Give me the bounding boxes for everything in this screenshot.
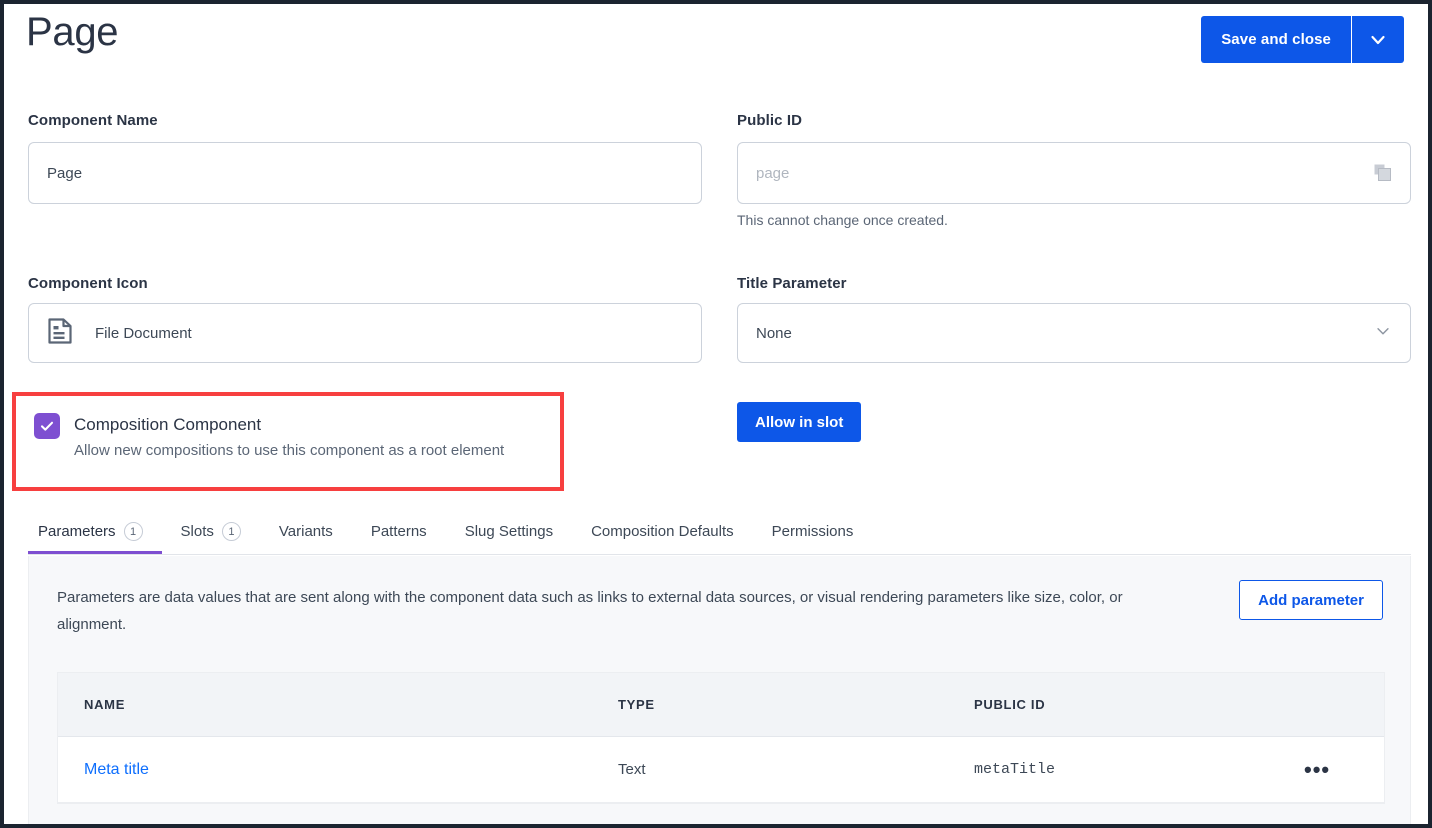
component-name-input[interactable]: Page — [28, 142, 702, 204]
check-icon — [40, 421, 54, 431]
component-icon-slot: File Document — [47, 317, 192, 349]
public-id-helper-text: This cannot change once created. — [737, 212, 948, 228]
title-parameter-value: None — [756, 324, 792, 342]
chevron-down-icon — [1371, 35, 1385, 44]
public-id-input[interactable]: page — [737, 142, 1411, 204]
tab-patterns-label: Patterns — [370, 523, 427, 540]
allow-in-slot-button[interactable]: Allow in slot — [737, 402, 862, 442]
tab-variants-label: Variants — [278, 523, 333, 540]
composition-component-label: Composition Component — [74, 415, 262, 434]
composition-component-text-block: Composition Component Allow new composit… — [74, 412, 504, 459]
composition-component-checkbox[interactable] — [34, 413, 60, 439]
tab-permissions[interactable]: Permissions — [753, 512, 873, 554]
tab-patterns[interactable]: Patterns — [352, 512, 446, 554]
ellipsis-icon[interactable]: ••• — [1304, 758, 1330, 780]
component-icon-label: Component Icon — [28, 275, 148, 292]
table-row[interactable]: Meta title Text metaTitle ••• — [58, 737, 1384, 803]
title-parameter-label: Title Parameter — [737, 275, 847, 292]
composition-component-row[interactable]: Composition Component Allow new composit… — [34, 412, 504, 459]
tab-bar: Parameters 1 Slots 1 Variants Patterns S… — [28, 512, 1411, 555]
composition-component-description: Allow new compositions to use this compo… — [74, 442, 505, 459]
tab-slug-settings-label: Slug Settings — [464, 523, 554, 540]
tab-slots-label: Slots — [180, 523, 214, 540]
component-icon-value: File Document — [95, 324, 192, 342]
parameter-name-link[interactable]: Meta title — [84, 761, 149, 778]
column-header-type: TYPE — [618, 697, 655, 712]
parameters-panel: Parameters are data values that are sent… — [28, 556, 1411, 824]
component-name-value: Page — [47, 164, 83, 182]
parameters-table: NAME TYPE PUBLIC ID Meta title Text meta… — [57, 672, 1385, 804]
tab-parameters-badge: 1 — [123, 522, 143, 541]
page-title: Page — [26, 10, 119, 54]
tab-parameters-label: Parameters — [38, 523, 116, 540]
composition-component-highlight: Composition Component Allow new composit… — [12, 392, 564, 491]
tab-variants[interactable]: Variants — [260, 512, 352, 554]
save-and-close-group: Save and close — [1201, 16, 1404, 63]
tab-parameters[interactable]: Parameters 1 — [28, 512, 162, 554]
chevron-down-icon — [1374, 322, 1392, 344]
save-options-dropdown-button[interactable] — [1351, 16, 1404, 63]
tab-slots[interactable]: Slots 1 — [162, 512, 260, 554]
save-and-close-button[interactable]: Save and close — [1201, 16, 1351, 63]
component-icon-select[interactable]: File Document — [28, 303, 702, 363]
component-name-label: Component Name — [28, 112, 158, 129]
column-header-name: NAME — [84, 697, 126, 712]
file-document-icon — [47, 317, 73, 349]
page-canvas: Page Save and close Component Name Page … — [4, 4, 1428, 824]
app-window: Page Save and close Component Name Page … — [0, 0, 1432, 828]
parameter-public-id: metaTitle — [974, 761, 1056, 778]
public-id-label: Public ID — [737, 112, 803, 129]
parameters-description: Parameters are data values that are sent… — [57, 589, 1123, 633]
public-id-placeholder: page — [756, 164, 790, 182]
tab-permissions-label: Permissions — [771, 523, 854, 540]
add-parameter-button[interactable]: Add parameter — [1239, 580, 1383, 620]
tab-slots-badge: 1 — [221, 522, 241, 541]
tab-composition-defaults-label: Composition Defaults — [591, 523, 734, 540]
tab-composition-defaults[interactable]: Composition Defaults — [572, 512, 753, 554]
table-header-row: NAME TYPE PUBLIC ID — [58, 673, 1384, 737]
column-header-public-id: PUBLIC ID — [974, 697, 1046, 712]
tab-slug-settings[interactable]: Slug Settings — [446, 512, 572, 554]
title-parameter-select[interactable]: None — [737, 303, 1411, 363]
parameter-type: Text — [618, 761, 646, 778]
copy-icon[interactable] — [1374, 164, 1392, 182]
